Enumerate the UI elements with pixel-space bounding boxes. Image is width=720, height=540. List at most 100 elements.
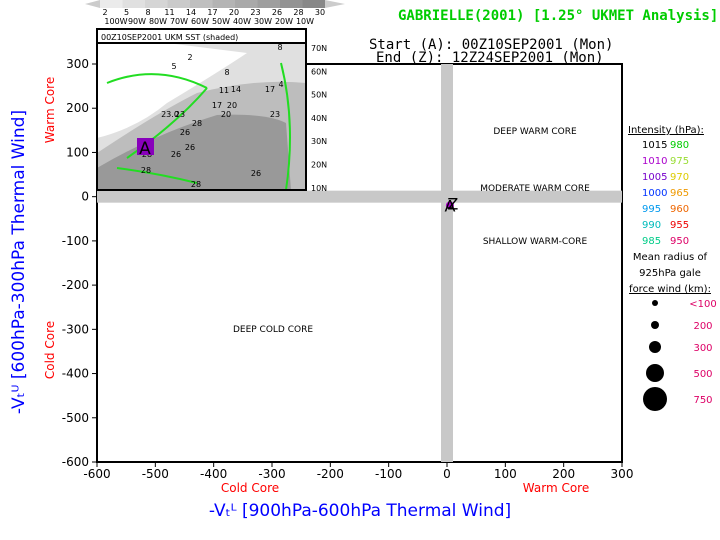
- lon-label: 100W: [104, 17, 127, 26]
- colorbar-tick: 23: [250, 8, 260, 17]
- x-tick-label: -100: [375, 467, 402, 481]
- intensity-entry: 985: [642, 236, 661, 247]
- sst-contour-label: 17: [265, 85, 275, 94]
- colorbar-segment: [280, 0, 303, 8]
- sst-contour-label: 23: [270, 110, 280, 119]
- radius-label: <100: [689, 299, 716, 310]
- lat-label: 30N: [311, 137, 327, 146]
- sst-contour-label: 26: [171, 150, 181, 159]
- x-tick-label: 300: [611, 467, 634, 481]
- x-tick-label: 0: [443, 467, 451, 481]
- y-tick-label: 100: [66, 145, 89, 159]
- lat-label: 70N: [311, 44, 327, 53]
- lat-label: 50N: [311, 91, 327, 100]
- radius-dot: [646, 364, 664, 382]
- sst-contour-label: 11: [219, 86, 229, 95]
- colorbar-tick: 28: [293, 8, 303, 17]
- colorbar-tick: 30: [315, 8, 325, 17]
- radius-label: 750: [693, 395, 712, 406]
- intensity-entry: 1015: [642, 140, 667, 151]
- x-axis-label: -Vₜᴸ [900hPa-600hPa Thermal Wind]: [209, 501, 511, 521]
- lon-label: 10W: [296, 17, 314, 26]
- y-tick-label: -400: [62, 367, 89, 381]
- colorbar-tick: 5: [124, 8, 129, 17]
- storm-start-letter: A: [139, 139, 151, 159]
- sst-contour-label: 5: [171, 62, 176, 71]
- sst-contour-label: 20: [221, 110, 231, 119]
- x-tick-label: -200: [317, 467, 344, 481]
- region-label: SHALLOW WARM-CORE: [483, 237, 588, 247]
- y-tick-label: -200: [62, 278, 89, 292]
- x-tick-label: 200: [552, 467, 575, 481]
- intensity-entry: 955: [670, 220, 689, 231]
- x-cold-core-label: Cold Core: [221, 481, 279, 495]
- radius-label: 200: [693, 321, 712, 332]
- lon-label: 50W: [212, 17, 230, 26]
- sst-contour-label: 8: [277, 43, 282, 52]
- colorbar-tick: 26: [272, 8, 282, 17]
- lon-label: 80W: [149, 17, 167, 26]
- sst-contour-label: 4: [278, 80, 283, 89]
- y-tick-label: 300: [66, 57, 89, 71]
- radius-title: force wind (km):: [629, 284, 711, 295]
- intensity-title: Intensity (hPa):: [628, 125, 704, 136]
- lon-label: 60W: [191, 17, 209, 26]
- y-cold-core-label: Cold Core: [43, 321, 57, 379]
- lon-label: 30W: [254, 17, 272, 26]
- radius-title: 925hPa gale: [639, 268, 701, 279]
- lat-label: 40N: [311, 114, 327, 123]
- radius-dot: [643, 387, 667, 411]
- intensity-entry: 970: [670, 172, 689, 183]
- colorbar-tick: 14: [186, 8, 196, 17]
- x-tick-label: -500: [142, 467, 169, 481]
- colorbar-segment: [145, 0, 168, 8]
- intensity-entry: 1005: [642, 172, 667, 183]
- region-label: DEEP WARM CORE: [493, 127, 577, 137]
- sst-contour-label: 14: [231, 85, 241, 94]
- plot-svg: -600 -500 -400 -300 -200 -100 0 100 200 300300200…: [9, 0, 717, 521]
- radius-label: 500: [693, 369, 712, 380]
- intensity-entry: 1000: [642, 188, 667, 199]
- sst-contour-label: 26: [251, 169, 261, 178]
- colorbar-segment: [257, 0, 280, 8]
- lon-label: 90W: [128, 17, 146, 26]
- sst-contour-label: 26: [180, 128, 190, 137]
- colorbar-segment: [235, 0, 258, 8]
- radius-dot: [651, 321, 659, 329]
- intensity-entry: 965: [670, 188, 689, 199]
- region-label: DEEP COLD CORE: [233, 325, 313, 335]
- radius-dot: [649, 341, 661, 353]
- colorbar-segment: [190, 0, 213, 8]
- intensity-entry: 1010: [642, 156, 667, 167]
- lat-label: 10N: [311, 184, 327, 193]
- y-tick-label: -300: [62, 322, 89, 336]
- sst-contour-label: 26: [185, 143, 195, 152]
- radius-title: Mean radius of: [633, 252, 708, 263]
- sst-contour-label: 28: [192, 119, 202, 128]
- sst-contour-label: 17: [212, 101, 222, 110]
- lon-label: 70W: [170, 17, 188, 26]
- y-tick-label: 200: [66, 101, 89, 115]
- lat-label: 60N: [311, 67, 327, 76]
- x-warm-core-label: Warm Core: [523, 481, 589, 495]
- colorbar-segment: [212, 0, 235, 8]
- colorbar-tick: 8: [145, 8, 150, 17]
- intensity-entry: 980: [670, 140, 689, 151]
- phase-diagram: GABRIELLE(2001) [1.25° UKMET Analysis] S…: [0, 0, 720, 540]
- intensity-entry: 975: [670, 156, 689, 167]
- y-axis-label: -Vₜᵁ [600hPa-300hPa Thermal Wind]: [9, 110, 29, 414]
- colorbar-tick: 2: [102, 8, 107, 17]
- lat-label: 20N: [311, 161, 327, 170]
- lon-label: 40W: [233, 17, 251, 26]
- lon-label: 20W: [275, 17, 293, 26]
- sst-contour-label: 8: [224, 68, 229, 77]
- intensity-entry: 960: [670, 204, 689, 215]
- intensity-entry: 990: [642, 220, 661, 231]
- sst-contour-label: 28: [191, 180, 201, 189]
- colorbar-tick: 17: [207, 8, 217, 17]
- colorbar-segment: [122, 0, 145, 8]
- x-tick-label: 100: [494, 467, 517, 481]
- inset-title: 00Z10SEP2001 UKM SST (shaded): [101, 33, 238, 42]
- colorbar-segment: [167, 0, 190, 8]
- x-tick-label: -400: [200, 467, 227, 481]
